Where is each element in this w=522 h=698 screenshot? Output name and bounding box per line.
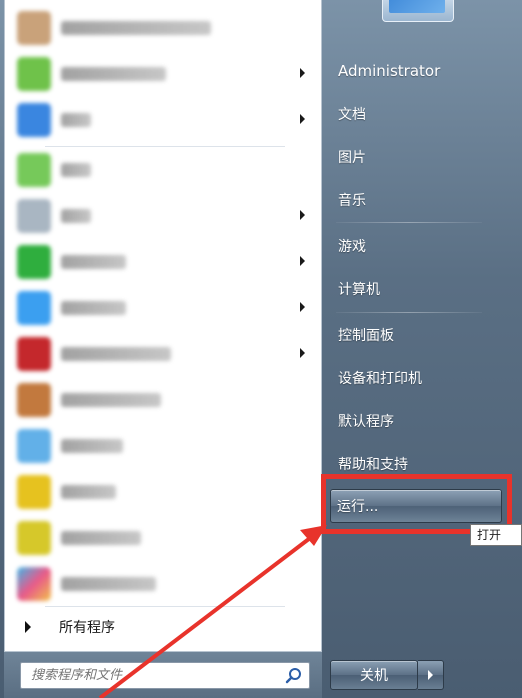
documents-item[interactable]: 文档 — [332, 97, 502, 131]
app-icon — [17, 199, 51, 233]
separator — [45, 606, 285, 607]
places-pane: Administrator 文档 图片 音乐 游戏 计算机 控制面板 设备和打印… — [322, 0, 522, 698]
app-icon — [17, 567, 51, 601]
program-item[interactable] — [11, 470, 317, 514]
app-icon — [17, 153, 51, 187]
program-label — [61, 301, 126, 315]
app-icon — [17, 521, 51, 555]
shutdown-options-button[interactable] — [418, 660, 444, 690]
computer-item[interactable]: 计算机 — [332, 272, 502, 306]
submenu-arrow-icon — [300, 114, 305, 124]
program-label — [61, 347, 171, 361]
submenu-arrow-icon — [300, 68, 305, 78]
app-icon — [17, 291, 51, 325]
submenu-arrow-icon — [300, 302, 305, 312]
default-programs-item[interactable]: 默认程序 — [332, 404, 502, 438]
program-item[interactable] — [11, 286, 317, 330]
app-icon — [17, 337, 51, 371]
program-item[interactable] — [11, 424, 317, 468]
games-item[interactable]: 游戏 — [332, 229, 502, 263]
program-label — [61, 485, 116, 499]
app-icon — [17, 103, 51, 137]
submenu-arrow-icon — [300, 256, 305, 266]
separator — [45, 146, 285, 147]
program-label — [61, 393, 161, 407]
program-item[interactable] — [11, 332, 317, 376]
separator — [336, 222, 482, 223]
program-label — [61, 21, 211, 35]
search-area — [4, 652, 322, 698]
program-item[interactable] — [11, 6, 317, 50]
program-label — [61, 255, 126, 269]
program-label — [61, 439, 123, 453]
pictures-item[interactable]: 图片 — [332, 140, 502, 174]
program-item[interactable] — [11, 148, 317, 192]
program-item[interactable] — [11, 378, 317, 422]
shutdown-button[interactable]: 关机 — [330, 660, 418, 690]
tooltip: 打开 — [470, 524, 522, 546]
program-label — [61, 67, 166, 81]
program-label — [61, 531, 141, 545]
devices-printers-item[interactable]: 设备和打印机 — [332, 361, 502, 395]
app-icon — [17, 57, 51, 91]
submenu-arrow-icon — [300, 348, 305, 358]
program-item[interactable] — [11, 98, 317, 142]
music-item[interactable]: 音乐 — [332, 183, 502, 217]
program-label — [61, 163, 91, 177]
app-icon — [17, 383, 51, 417]
submenu-arrow-icon — [300, 210, 305, 220]
separator — [336, 312, 482, 313]
program-item[interactable] — [11, 194, 317, 238]
search-icon[interactable] — [283, 665, 305, 687]
program-item[interactable] — [11, 562, 317, 606]
chevron-right-icon — [428, 670, 433, 680]
user-picture[interactable] — [382, 0, 454, 22]
all-programs-button[interactable]: 所有程序 — [11, 610, 317, 644]
app-icon — [17, 475, 51, 509]
program-label — [61, 577, 156, 591]
program-label — [61, 113, 91, 127]
app-icon — [17, 429, 51, 463]
user-folder[interactable]: Administrator — [332, 54, 502, 88]
all-programs-label: 所有程序 — [59, 620, 115, 636]
search-box[interactable] — [20, 662, 310, 689]
programs-pane: 所有程序 — [4, 0, 322, 652]
program-item[interactable] — [11, 52, 317, 96]
expand-arrow-icon — [25, 621, 31, 633]
search-input[interactable] — [29, 667, 283, 684]
program-label — [61, 209, 91, 223]
app-icon — [17, 245, 51, 279]
control-panel-item[interactable]: 控制面板 — [332, 318, 502, 352]
program-item[interactable] — [11, 516, 317, 560]
program-item[interactable] — [11, 240, 317, 284]
app-icon — [17, 11, 51, 45]
